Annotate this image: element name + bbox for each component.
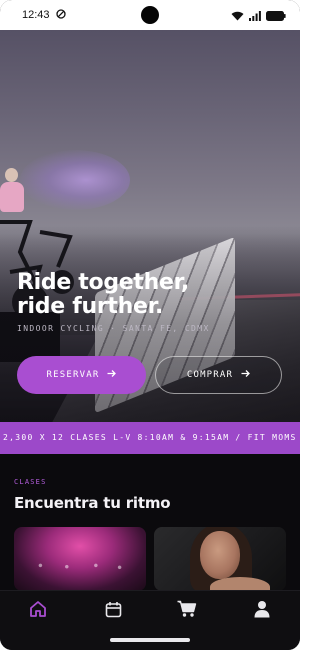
hero-title-line-2: ride further. [17, 294, 164, 319]
cart-icon [177, 600, 197, 622]
front-camera [141, 6, 159, 24]
comprar-button[interactable]: COMPRAR [155, 356, 282, 394]
promo-ticker: 2,300 X 12 CLASES L-V 8:10AM & 9:15AM / … [0, 422, 300, 454]
reservar-button-label: RESERVAR [46, 370, 100, 380]
class-card-cycling[interactable] [14, 527, 146, 591]
instructor-shoulder [210, 577, 270, 591]
do-not-disturb-icon [55, 8, 66, 22]
promo-ticker-text: 2,300 X 12 CLASES L-V 8:10AM & 9:15AM / … [3, 433, 297, 442]
status-time: 12:43 [22, 9, 50, 21]
home-indicator[interactable] [110, 638, 190, 642]
profile-icon [254, 600, 270, 622]
nav-home[interactable] [23, 599, 53, 623]
app-screen: 12:43 Ride together, ride further. INDOO… [0, 0, 300, 650]
status-bar: 12:43 [0, 0, 300, 30]
comprar-button-label: COMPRAR [186, 370, 234, 380]
signal-icon [249, 6, 261, 25]
reservar-button[interactable]: RESERVAR [17, 356, 146, 394]
nav-profile[interactable] [247, 599, 277, 623]
hero-banner: Ride together, ride further. INDOOR CYCL… [0, 30, 300, 422]
class-card-cycling-image [14, 527, 146, 591]
classes-eyebrow: CLASES [14, 478, 47, 486]
status-left: 12:43 [22, 8, 66, 22]
nav-cart[interactable] [172, 599, 202, 623]
nav-calendar[interactable] [98, 599, 128, 623]
classes-title: Encuentra tu ritmo [14, 494, 171, 512]
instructor-face [200, 531, 240, 579]
status-right [231, 6, 286, 25]
hero-subtitle: INDOOR CYCLING · SANTA FE, CDMX [17, 324, 210, 333]
arrow-right-icon [107, 369, 117, 381]
arrow-right-icon [241, 369, 251, 381]
wifi-icon [231, 6, 244, 25]
hero-title: Ride together, ride further. [17, 271, 247, 319]
home-icon [29, 600, 47, 622]
battery-icon [266, 6, 286, 25]
class-card-instructor[interactable] [154, 527, 286, 591]
hero-title-line-1: Ride together, [17, 270, 189, 295]
calendar-icon [105, 601, 122, 622]
